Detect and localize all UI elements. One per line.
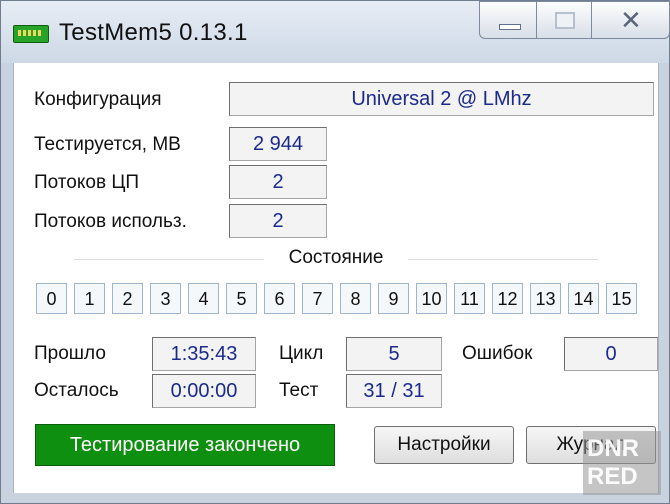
- slot-2: 2: [112, 283, 143, 314]
- errors-label: Ошибок: [462, 343, 533, 364]
- test-status-indicator: Тестирование закончено: [35, 424, 335, 466]
- minimize-icon: [499, 24, 521, 30]
- settings-button[interactable]: Настройки: [374, 426, 514, 464]
- client-area: Конфигурация Universal 2 @ LMhz Тестируе…: [13, 63, 659, 493]
- slot-12: 12: [492, 283, 523, 314]
- cpu-threads-label: Потоков ЦП: [34, 172, 140, 193]
- used-threads-label: Потоков использ.: [34, 211, 187, 232]
- watermark-line-2: RED: [587, 463, 638, 490]
- maximize-icon: [555, 12, 575, 29]
- maximize-button[interactable]: [536, 1, 592, 39]
- remaining-value: 0:00:00: [152, 374, 256, 408]
- slot-13: 13: [530, 283, 561, 314]
- slot-3: 3: [150, 283, 181, 314]
- slot-7: 7: [302, 283, 333, 314]
- slot-8: 8: [340, 283, 371, 314]
- state-section-title: Состояние: [14, 247, 658, 269]
- cycle-label: Цикл: [279, 343, 324, 364]
- slot-4: 4: [188, 283, 219, 314]
- slot-9: 9: [378, 283, 409, 314]
- close-button[interactable]: ✕: [591, 1, 670, 39]
- memory-chip-icon: [13, 25, 49, 43]
- cycle-value: 5: [346, 337, 442, 371]
- elapsed-label: Прошло: [34, 343, 106, 364]
- watermark-line-1: DNR: [587, 435, 639, 462]
- thread-slots: 0 1 2 3 4 5 6 7 8 9 10 11 12 13 14 15: [36, 283, 637, 314]
- slot-0: 0: [36, 283, 67, 314]
- window-title: TestMem5 0.13.1: [59, 19, 248, 46]
- slot-1: 1: [74, 283, 105, 314]
- close-icon: ✕: [620, 5, 642, 35]
- slot-11: 11: [454, 283, 485, 314]
- tested-mb-value: 2 944: [229, 127, 327, 161]
- configuration-label: Конфигурация: [34, 89, 162, 110]
- tested-mb-label: Тестируется, MB: [34, 134, 181, 155]
- cpu-threads-value: 2: [229, 165, 327, 199]
- used-threads-value: 2: [229, 204, 327, 238]
- test-label: Тест: [279, 380, 319, 401]
- errors-value: 0: [564, 337, 658, 371]
- slot-15: 15: [606, 283, 637, 314]
- slot-14: 14: [568, 283, 599, 314]
- configuration-value: Universal 2 @ LMhz: [229, 82, 654, 116]
- testmem-window: TestMem5 0.13.1 ✕ Конфигурация Universal…: [0, 0, 670, 504]
- remaining-label: Осталось: [34, 380, 119, 401]
- slot-6: 6: [264, 283, 295, 314]
- watermark-logo: DNR RED: [583, 431, 661, 495]
- elapsed-value: 1:35:43: [152, 337, 256, 371]
- slot-10: 10: [416, 283, 447, 314]
- minimize-button[interactable]: [479, 1, 537, 39]
- title-bar[interactable]: TestMem5 0.13.1 ✕: [1, 1, 670, 63]
- slot-5: 5: [226, 283, 257, 314]
- test-value: 31 / 31: [346, 374, 442, 408]
